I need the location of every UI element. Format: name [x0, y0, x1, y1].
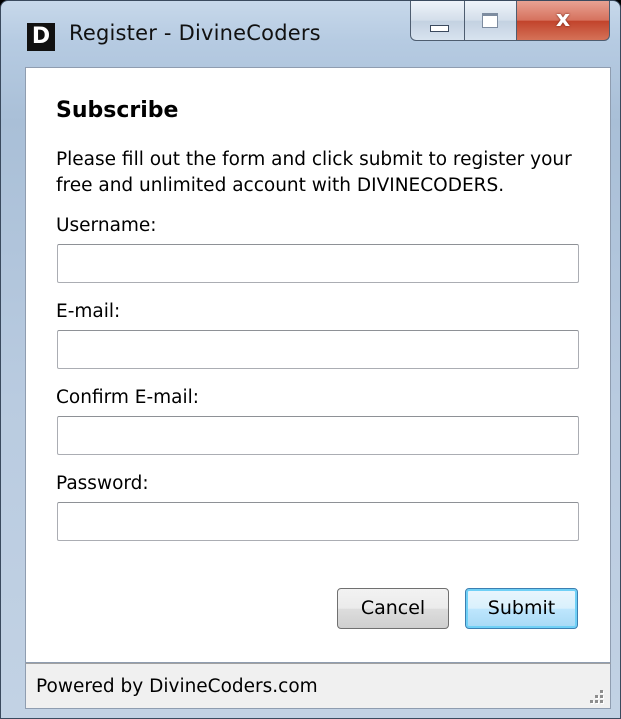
submit-button[interactable]: Submit — [465, 588, 578, 629]
maximize-icon — [482, 13, 498, 28]
cancel-button[interactable]: Cancel — [337, 588, 449, 629]
window-controls: x — [410, 1, 610, 45]
confirm-email-field[interactable] — [57, 416, 579, 455]
close-icon: x — [555, 7, 571, 32]
title-bar[interactable]: D Register - DivineCoders x — [1, 1, 620, 67]
maximize-button[interactable] — [465, 1, 517, 41]
form-description: Please fill out the form and click submi… — [56, 149, 572, 196]
resize-grip-icon[interactable] — [588, 688, 604, 704]
confirm-email-label: Confirm E-mail: — [56, 387, 200, 408]
password-field[interactable] — [57, 502, 579, 541]
window-title: Register - DivineCoders — [69, 21, 321, 45]
form-heading: Subscribe — [56, 98, 179, 123]
minimize-button[interactable] — [410, 1, 465, 41]
email-field[interactable] — [57, 330, 579, 369]
app-logo-icon[interactable]: D — [27, 23, 55, 51]
minimize-icon — [430, 25, 449, 32]
password-label: Password: — [56, 473, 149, 494]
form-panel: Subscribe Please fill out the form and c… — [25, 67, 611, 663]
status-bar: Powered by DivineCoders.com — [25, 663, 611, 709]
status-text: Powered by DivineCoders.com — [36, 676, 318, 697]
username-label: Username: — [56, 215, 157, 236]
close-button[interactable]: x — [517, 1, 610, 41]
register-window: D Register - DivineCoders x Subscribe Pl… — [0, 0, 621, 719]
email-label: E-mail: — [56, 301, 121, 322]
username-field[interactable] — [57, 244, 579, 283]
